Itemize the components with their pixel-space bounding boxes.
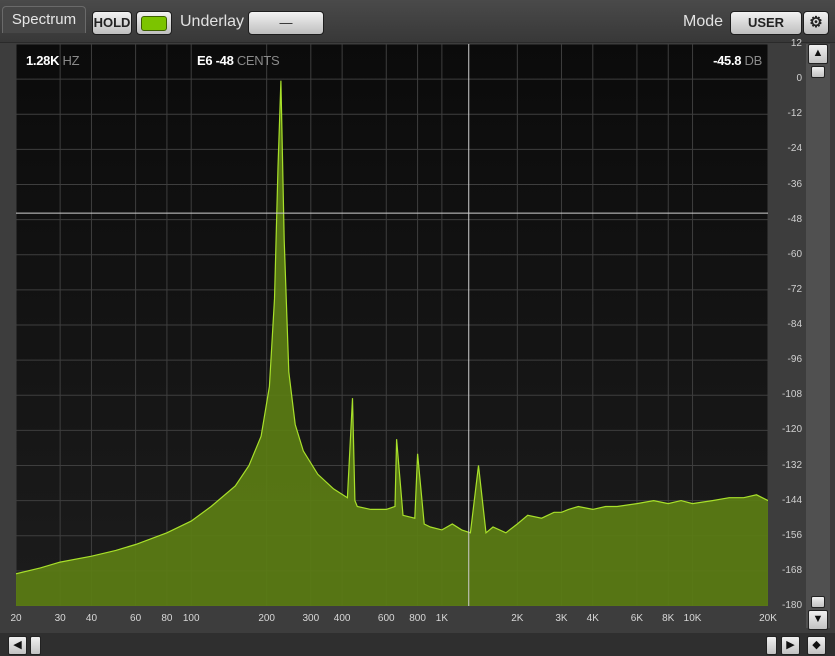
note-readout: E6 -48 CENTS	[197, 53, 280, 68]
freq-tick-label: 20	[10, 613, 22, 624]
db-tick-label: -156	[781, 529, 802, 541]
underlay-select[interactable]: —	[248, 11, 324, 35]
db-axis: 12 0 -12 -24 -36 -48 -60 -72 -84 -96 -108 -120 -132 -…	[770, 38, 803, 611]
toolbar: Spectrum HOLD Underlay — Mode USER ⚙	[0, 0, 835, 43]
level-unit: DB	[744, 53, 763, 68]
mode-select[interactable]: USER	[730, 11, 802, 35]
scroll-up-icon[interactable]: ▲	[808, 44, 828, 64]
freq-tick-label: 800	[409, 613, 426, 624]
freq-tick-label: 20K	[759, 613, 777, 624]
toggle-indicator	[141, 16, 167, 31]
freq-readout: 1.28K HZ	[26, 53, 80, 68]
db-tick-label: -168	[781, 564, 802, 576]
db-tick-label: -24	[787, 143, 802, 155]
vertical-scrollbar[interactable]: ▲ ▼	[806, 44, 830, 630]
zoom-reset-icon[interactable]: ◆	[807, 636, 826, 655]
db-tick-label: -144	[781, 494, 802, 506]
db-tick-label: -120	[781, 424, 802, 436]
freq-tick-label: 30	[54, 613, 66, 624]
hold-toggle[interactable]	[136, 11, 172, 35]
spectrum-svg	[16, 44, 768, 606]
freq-tick-label: 2K	[511, 613, 524, 624]
db-tick-label: 0	[796, 73, 802, 85]
db-tick-label: -60	[787, 248, 802, 260]
horizontal-scrollbar[interactable]: ◀ ▶ ◆	[0, 633, 835, 656]
hold-button[interactable]: HOLD	[92, 11, 132, 35]
freq-tick-label: 40	[85, 613, 98, 624]
freq-tick-label: 1K	[435, 613, 448, 624]
freq-tick-label: 3K	[555, 613, 568, 624]
underlay-label: Underlay	[180, 13, 245, 30]
note-value: E6 -48	[197, 53, 234, 68]
freq-tick-label: 600	[377, 613, 395, 624]
freq-tick-label: 80	[161, 613, 173, 624]
scroll-left-icon[interactable]: ◀	[8, 636, 27, 655]
gear-icon[interactable]: ⚙	[803, 11, 829, 35]
db-tick-label: -72	[787, 283, 802, 295]
level-value: -45.8	[713, 53, 742, 68]
freq-tick-label: 10K	[683, 613, 702, 624]
hscroll-thumb[interactable]	[30, 636, 41, 655]
tab-spectrum[interactable]: Spectrum	[2, 6, 86, 33]
db-tick-label: -36	[787, 178, 802, 190]
freq-tick-label: 200	[258, 613, 275, 624]
freq-tick-label: 400	[333, 613, 351, 624]
db-tick-label: -48	[787, 213, 802, 225]
freq-unit: HZ	[62, 53, 80, 68]
freq-tick-label: 4K	[586, 613, 599, 624]
db-tick-label: -84	[787, 319, 802, 330]
mode-label: Mode	[683, 13, 724, 30]
scroll-right-icon[interactable]: ▶	[781, 636, 800, 655]
level-readout: -45.8 DB	[713, 53, 762, 68]
freq-axis: 20 30 40 60 80 100 200 300 400 600 800 1K 2K 3K 4K 6K 8K…	[0, 606, 835, 632]
spectrum-area	[16, 80, 768, 606]
db-tick-label: -12	[787, 108, 802, 120]
vscroll-thumb[interactable]	[811, 66, 825, 78]
freq-tick-label: 6K	[630, 613, 644, 624]
spectrum-plot[interactable]: 1.28K HZ E6 -48 CENTS -45.8 DB	[16, 44, 768, 606]
freq-tick-label: 100	[182, 613, 200, 624]
freq-value: 1.28K	[26, 53, 60, 68]
freq-tick-label: 8K	[662, 613, 675, 624]
db-tick-label: 12	[790, 38, 802, 49]
spectrum-line	[16, 80, 768, 575]
note-unit: CENTS	[236, 53, 280, 68]
db-tick-label: -108	[781, 389, 802, 401]
hscroll-thumb-right[interactable]	[766, 636, 777, 655]
db-tick-label: -96	[787, 354, 802, 366]
db-tick-label: -132	[781, 459, 802, 471]
freq-tick-label: 300	[302, 613, 320, 624]
freq-tick-label: 60	[130, 613, 142, 624]
